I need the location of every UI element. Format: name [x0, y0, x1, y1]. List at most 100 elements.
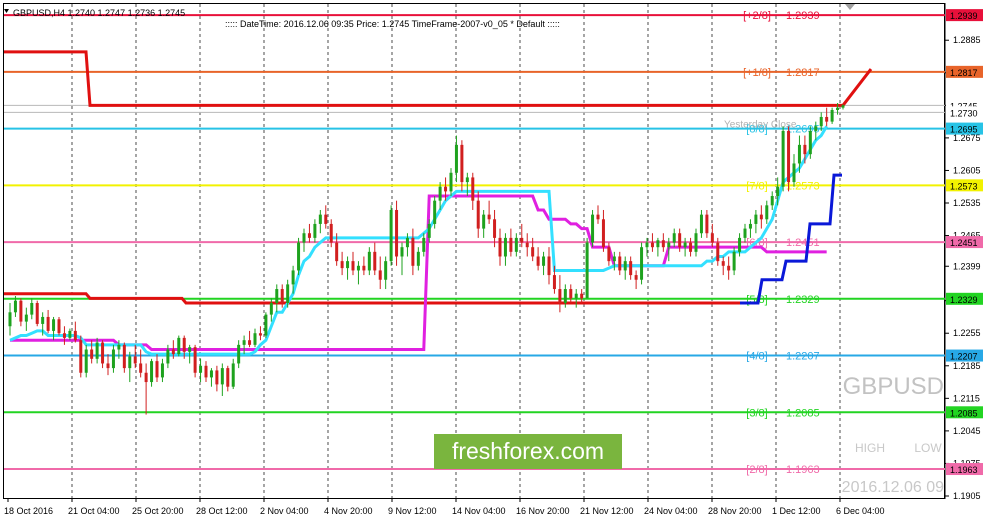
candle-body [503, 237, 507, 257]
candle-body [302, 233, 306, 243]
candle-body [248, 340, 252, 345]
price-chart[interactable]: [+2/8] 1.2939[+1/8] 1.2817[8/8] 1.2695[7/8]… [0, 0, 987, 525]
candle-body [754, 214, 758, 224]
candle-body [536, 256, 540, 266]
candle-body [204, 365, 208, 378]
candle-body [367, 251, 371, 271]
candle-body [231, 363, 235, 387]
candle-body [650, 242, 654, 248]
candle-body [395, 209, 399, 257]
candle-body [721, 261, 725, 266]
time-tick-label: 1 Dec 12:00 [772, 506, 821, 516]
candle-body [607, 247, 611, 262]
price-tick-label: 1.2255 [953, 328, 981, 338]
murrey-level-name: [+2/8] [743, 10, 771, 22]
candle-body [520, 237, 524, 243]
candle-body [57, 319, 61, 334]
candle-body [155, 361, 159, 378]
candle-body [95, 342, 99, 359]
candle-body [661, 240, 665, 248]
candle-body [689, 242, 693, 252]
murrey-level-value: 1.1963 [786, 464, 820, 476]
candle-body [770, 196, 774, 206]
watermark-datetime: 2016.12.06 09 [842, 479, 944, 496]
candle-body [384, 261, 388, 280]
candle-body [41, 316, 45, 324]
candle-body [427, 223, 431, 238]
candle-body [612, 256, 616, 262]
mt4-chart-window[interactable]: [+2/8] 1.2939 [+1/8] 1.2817 [8/8] 1.2695 [7/8]… [0, 0, 987, 525]
price-marker-label: 1.2730 [950, 108, 978, 118]
murrey-level-name: [+1/8] [743, 67, 771, 79]
candle-body [449, 172, 453, 192]
price-tick-label: 1.1905 [953, 491, 981, 501]
candle-body [101, 342, 105, 364]
candle-body [656, 240, 660, 248]
murrey-level-value: 1.2207 [786, 351, 820, 363]
murrey-level-value: 1.2817 [786, 67, 820, 79]
candle-body [199, 365, 203, 373]
price-axis: 1.28851.28151.27451.26751.26051.25351.24… [945, 9, 983, 501]
symbol-ohlc-header: GBPUSD,H4 1.2740 1.2747 1.2736 1.2745 [13, 8, 185, 18]
candle-body [318, 214, 322, 224]
candle-body [275, 289, 279, 303]
candle-body [389, 209, 393, 262]
murrey-level-value: 1.2085 [786, 407, 820, 419]
candle-body [280, 289, 284, 303]
candle-body [335, 242, 339, 262]
freshforex-logo: freshforex.com [452, 438, 604, 464]
candle-body [362, 265, 366, 271]
candle-body [297, 242, 301, 271]
candle-body [623, 261, 627, 271]
candle-body [237, 344, 241, 364]
time-tick-label: 18 Oct 2016 [4, 506, 53, 516]
candle-body [645, 242, 649, 248]
murrey-axis-label: 1.1963 [950, 465, 978, 475]
time-tick-label: 21 Nov 12:00 [580, 506, 634, 516]
time-tick-label: 25 Oct 20:00 [132, 506, 184, 516]
price-tick-label: 1.2115 [953, 393, 980, 403]
candle-body [139, 363, 143, 373]
candle-body [340, 261, 344, 269]
watermark-symbol: GBPUSD [843, 373, 944, 400]
candle-body [814, 126, 818, 131]
price-tick-label: 1.2045 [953, 426, 981, 436]
candle-body [400, 247, 404, 257]
candle-body [416, 251, 420, 266]
candle-body [346, 261, 350, 269]
time-tick-label: 28 Nov 20:00 [708, 506, 762, 516]
candle-body [422, 237, 426, 252]
candle-body [264, 314, 268, 336]
candle-body [542, 256, 546, 266]
candle-body [765, 205, 769, 220]
murrey-level-name: [4/8] [746, 351, 767, 363]
candle-body [525, 242, 529, 248]
candle-body [667, 242, 671, 248]
candle-body [8, 312, 12, 327]
candle-body [62, 333, 66, 338]
candle-body [313, 223, 317, 238]
candle-body [454, 144, 458, 173]
candle-body [150, 361, 154, 383]
candle-body [46, 316, 50, 331]
murrey-level-value: 1.2329 [786, 294, 820, 306]
candle-body [808, 130, 812, 155]
candle-body [68, 330, 72, 338]
time-tick-label: 16 Nov 20:00 [516, 506, 570, 516]
candle-body [444, 186, 448, 192]
candle-body [324, 214, 328, 224]
candle-body [438, 186, 442, 201]
candle-body [629, 261, 633, 276]
candle-body [580, 293, 584, 299]
candle-body [13, 300, 17, 313]
candle-body [258, 333, 262, 336]
candle-body [465, 177, 469, 183]
candle-body [433, 200, 437, 224]
candle-body [471, 177, 475, 201]
candle-body [498, 237, 502, 257]
candle-body [30, 302, 34, 315]
candle-body [531, 247, 535, 257]
candle-body [558, 289, 562, 303]
candle-body [405, 237, 409, 248]
candle-body [52, 319, 56, 331]
